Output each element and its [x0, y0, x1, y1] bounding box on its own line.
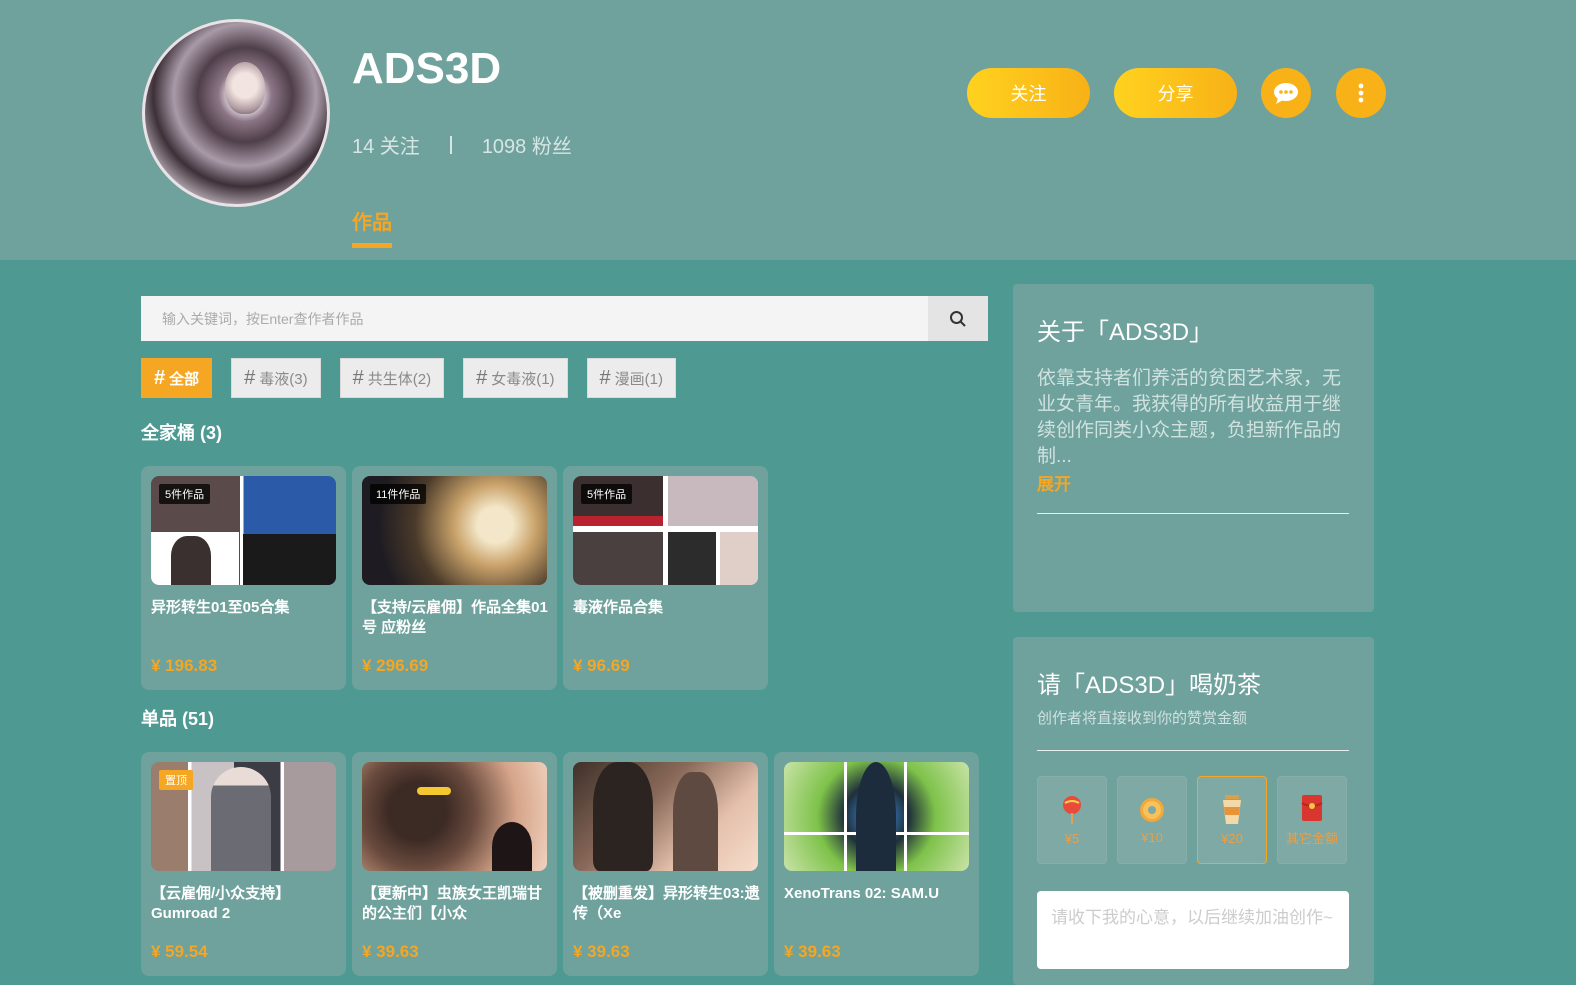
chat-icon — [1274, 83, 1298, 104]
tag-she-venom[interactable]: # 女毒液(1) — [463, 358, 568, 398]
tab-works[interactable]: 作品 — [352, 206, 392, 235]
product-thumbnail — [362, 762, 547, 871]
follow-button[interactable]: 关注 — [967, 68, 1090, 118]
about-panel: 关于「ADS3D」 依靠支持者们养活的贫困艺术家，无业女青年。我获得的所有收益用… — [1013, 284, 1374, 612]
product-price: ¥ 39.63 — [362, 942, 419, 961]
works-search — [141, 296, 988, 341]
bundle-thumbnail: 11件作品 — [362, 476, 547, 585]
message-button[interactable] — [1261, 68, 1311, 118]
product-price: ¥ 59.54 — [151, 942, 208, 961]
singles-title: 单品 (51) — [141, 709, 215, 729]
product-thumbnail — [784, 762, 969, 871]
red-envelope-icon — [1301, 794, 1323, 821]
tip-option-custom[interactable]: 其它金额 — [1277, 776, 1347, 864]
product-thumbnail — [573, 762, 758, 871]
tip-title: 请「ADS3D」喝奶茶 — [1037, 672, 1262, 699]
product-title: 【更新中】虫族女王凯瑞甘的公主们【小众 — [362, 885, 543, 922]
product-card[interactable]: XenoTrans 02: SAM.U ¥ 39.63 — [774, 752, 979, 976]
product-title: 【云雇佣/小众支持】Gumroad 2 — [151, 885, 291, 922]
followers-count[interactable]: 1098 粉丝 — [482, 130, 572, 159]
singles-grid: 置顶 【云雇佣/小众支持】Gumroad 2 ¥ 59.54 【更新中】虫族女王… — [141, 752, 979, 976]
share-button[interactable]: 分享 — [1114, 68, 1237, 118]
tip-message-field[interactable]: 请收下我的心意，以后继续加油创作~ — [1037, 891, 1349, 969]
product-title: XenoTrans 02: SAM.U — [784, 885, 940, 902]
tag-all[interactable]: # 全部 — [141, 358, 213, 398]
profile-stats: 14 关注 1098 粉丝 — [352, 130, 572, 159]
bundle-card[interactable]: 11件作品 【支持/云雇佣】作品全集01号 应粉丝 ¥ 296.69 — [352, 466, 557, 690]
creator-name: ADS3D — [352, 44, 502, 93]
product-price: ¥ 39.63 — [573, 942, 630, 961]
pinned-badge: 置顶 — [159, 770, 193, 790]
expand-link[interactable]: 展开 — [1037, 470, 1071, 495]
bundle-card[interactable]: 5件作品 毒液作品合集 ¥ 96.69 — [563, 466, 768, 690]
tag-filter: # 全部 # 毒液(3) # 共生体(2) # 女毒液(1) # 漫画(1) — [141, 358, 677, 398]
following-count[interactable]: 14 关注 — [352, 130, 420, 159]
bundle-price: ¥ 296.69 — [362, 656, 429, 675]
tip-panel: 请「ADS3D」喝奶茶 创作者将直接收到你的赞赏金额 ¥5 ¥10 ¥20 其它… — [1013, 637, 1374, 985]
product-card[interactable]: 置顶 【云雇佣/小众支持】Gumroad 2 ¥ 59.54 — [141, 752, 346, 976]
item-count-badge: 5件作品 — [581, 484, 633, 504]
product-card[interactable]: 【被删重发】异形转生03:遗传（Xe ¥ 39.63 — [563, 752, 768, 976]
bundles-title: 全家桶 (3) — [141, 423, 222, 443]
search-icon — [950, 310, 966, 327]
bundle-price: ¥ 96.69 — [573, 656, 630, 675]
bundle-thumbnail: 5件作品 — [573, 476, 758, 585]
stats-divider — [449, 135, 452, 154]
milk-tea-icon — [1223, 794, 1241, 824]
bundle-title: 毒液作品合集 — [573, 599, 664, 616]
divider — [1037, 513, 1349, 514]
item-count-badge: 11件作品 — [370, 484, 427, 504]
search-button[interactable] — [928, 296, 988, 341]
donut-icon — [1140, 797, 1164, 822]
bundle-card[interactable]: 5件作品 异形转生01至05合集 ¥ 196.83 — [141, 466, 346, 690]
about-description: 依靠支持者们养活的贫困艺术家，无业女青年。我获得的所有收益用于继续创作同类小众主… — [1037, 368, 1342, 467]
product-thumbnail: 置顶 — [151, 762, 336, 871]
more-vertical-icon — [1358, 83, 1364, 103]
avatar[interactable] — [142, 19, 330, 207]
bundle-title: 【支持/云雇佣】作品全集01号 应粉丝 — [362, 599, 548, 636]
product-card[interactable]: 【更新中】虫族女王凯瑞甘的公主们【小众 ¥ 39.63 — [352, 752, 557, 976]
divider — [1037, 750, 1349, 751]
bundle-price: ¥ 196.83 — [151, 656, 218, 675]
tab-underline — [352, 243, 392, 248]
more-button[interactable] — [1336, 68, 1386, 118]
bundle-title: 异形转生01至05合集 — [151, 599, 290, 616]
tip-option-20[interactable]: ¥20 — [1197, 776, 1267, 864]
bundles-grid: 5件作品 异形转生01至05合集 ¥ 196.83 11件作品 【支持/云雇佣】… — [141, 466, 768, 690]
about-title: 关于「ADS3D」 — [1037, 319, 1214, 346]
tag-symbiote[interactable]: # 共生体(2) — [339, 358, 445, 398]
profile-header: ADS3D 14 关注 1098 粉丝 作品 关注 分享 — [0, 0, 1576, 260]
tip-option-10[interactable]: ¥10 — [1117, 776, 1187, 864]
lollipop-icon — [1063, 795, 1081, 824]
search-input[interactable] — [141, 296, 928, 341]
tip-option-5[interactable]: ¥5 — [1037, 776, 1107, 864]
bundle-thumbnail: 5件作品 — [151, 476, 336, 585]
product-title: 【被删重发】异形转生03:遗传（Xe — [573, 885, 760, 922]
tag-venom[interactable]: # 毒液(3) — [231, 358, 321, 398]
tip-subtitle: 创作者将直接收到你的赞赏金额 — [1037, 710, 1248, 727]
tag-comic[interactable]: # 漫画(1) — [586, 358, 677, 398]
tip-options: ¥5 ¥10 ¥20 其它金额 — [1037, 776, 1347, 864]
item-count-badge: 5件作品 — [159, 484, 211, 504]
product-price: ¥ 39.63 — [784, 942, 841, 961]
